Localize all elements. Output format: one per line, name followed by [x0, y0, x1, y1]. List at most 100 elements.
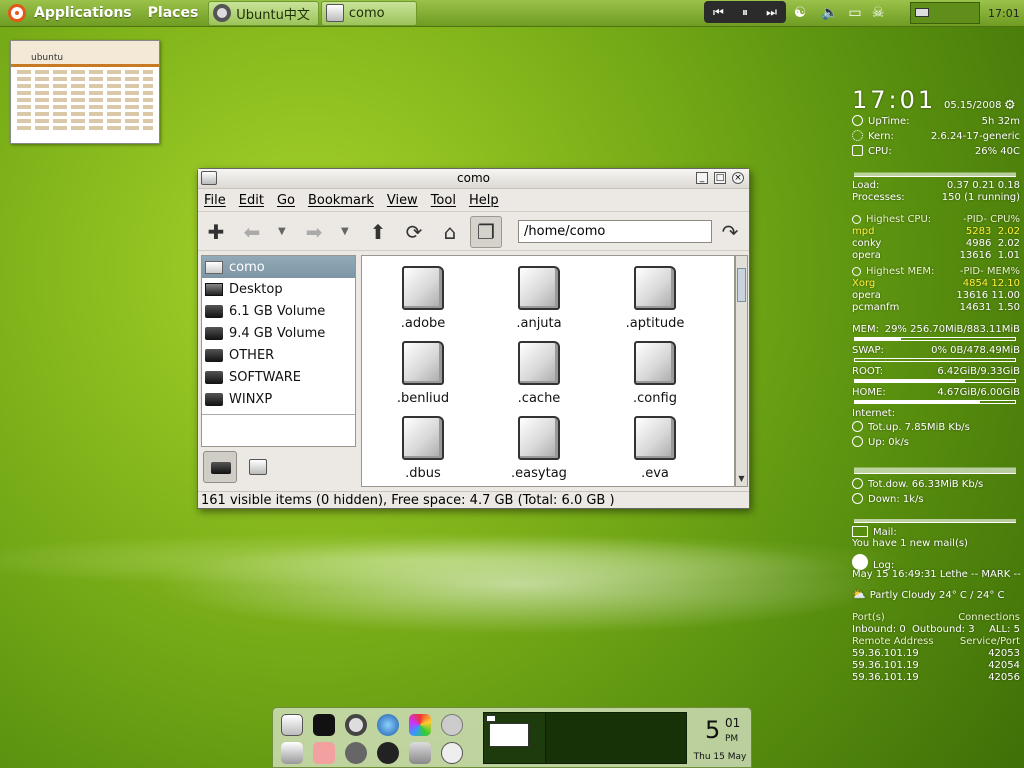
new-tab-icon[interactable]: ✚ — [204, 220, 228, 244]
window-titlebar[interactable]: como _ □ × — [198, 169, 749, 189]
sidebar-item-volume-9gb[interactable]: 9.4 GB Volume — [202, 322, 355, 344]
sidebar-item-desktop[interactable]: Desktop — [202, 278, 355, 300]
sidebar-item-winxp[interactable]: WINXP — [202, 388, 355, 410]
vertical-scrollbar[interactable]: ▼ — [735, 255, 748, 487]
opera-launcher-icon[interactable] — [345, 714, 367, 736]
drive-launcher-icon[interactable] — [281, 742, 303, 764]
sidebar-item-label: OTHER — [229, 347, 275, 363]
workspace-switcher[interactable] — [910, 2, 980, 24]
applications-menu[interactable]: Applications — [0, 0, 140, 27]
forward-arrow-icon[interactable]: ➡ — [302, 220, 326, 244]
highest-mem-label: Highest MEM: — [866, 266, 935, 277]
browser-thumbnail[interactable]: ubuntu — [10, 40, 160, 144]
pause-icon[interactable]: ⏸ — [742, 5, 748, 20]
menu-go[interactable]: Go — [277, 193, 295, 208]
file-item[interactable]: .dbus — [378, 416, 468, 481]
sidebar-divider — [202, 414, 355, 415]
window-title: como — [457, 171, 490, 185]
file-item[interactable]: .eva — [610, 416, 700, 481]
conky-down: Down: 1k/s — [852, 492, 1020, 507]
panel-clock[interactable]: 17:01 — [988, 0, 1020, 27]
service-port: 42054 — [988, 660, 1020, 671]
reload-icon[interactable]: ⟳ — [402, 220, 426, 244]
load-label: Load: — [852, 180, 880, 191]
home-icon[interactable]: ⌂ — [438, 220, 462, 244]
path-input[interactable] — [518, 220, 712, 243]
sidebar-item-como[interactable]: como — [202, 256, 355, 278]
minimize-icon[interactable]: _ — [696, 172, 708, 184]
file-item[interactable]: .easytag — [494, 416, 584, 481]
terminal-launcher-icon[interactable] — [313, 714, 335, 736]
back-arrow-icon[interactable]: ⬅ — [240, 220, 264, 244]
process-value: 11.00 — [991, 290, 1020, 301]
paint-launcher-icon[interactable] — [409, 714, 431, 736]
go-arrow-icon[interactable]: ↷ — [718, 220, 742, 244]
conky-swap: SWAP: 0% 0B/478.49MiB — [852, 345, 1020, 357]
menu-tool[interactable]: Tool — [431, 193, 456, 208]
back-dropdown-icon[interactable]: ▼ — [278, 226, 286, 237]
kill-icon[interactable]: ☠ — [868, 4, 888, 22]
file-manager-launcher-icon[interactable] — [281, 714, 303, 736]
folder-icon — [402, 266, 444, 310]
file-item[interactable]: .anjuta — [494, 266, 584, 331]
security-launcher-icon[interactable] — [441, 714, 463, 736]
menu-edit[interactable]: Edit — [239, 193, 264, 208]
menu-view[interactable]: View — [387, 193, 418, 208]
highest-cpu-header: Highest CPU: -PID- CPU% — [852, 214, 1020, 226]
file-label: .adobe — [400, 316, 446, 331]
volume-icon[interactable]: 🔈 — [820, 4, 840, 22]
skype-launcher-icon[interactable] — [441, 742, 463, 764]
menu-help[interactable]: Help — [469, 193, 499, 208]
forward-dropdown-icon[interactable]: ▼ — [341, 226, 349, 237]
file-item[interactable]: .config — [610, 341, 700, 406]
sidebar-item-volume-6gb[interactable]: 6.1 GB Volume — [202, 300, 355, 322]
file-label: .easytag — [511, 466, 567, 481]
close-icon[interactable]: × — [732, 172, 744, 184]
scroll-down-icon[interactable]: ▼ — [736, 473, 747, 485]
workspace-1[interactable] — [483, 712, 547, 764]
file-grid: .adobe .anjuta .aptitude .benliud .cache… — [361, 255, 735, 487]
file-item[interactable]: .adobe — [378, 266, 468, 331]
archive-launcher-icon[interactable] — [409, 742, 431, 764]
down-arrow-icon — [852, 493, 863, 504]
mail-value: You have 1 new mail(s) — [852, 538, 968, 549]
file-item[interactable]: .cache — [494, 341, 584, 406]
connection-row: 59.36.101.19 42054 — [852, 660, 1020, 672]
maximize-icon[interactable]: □ — [714, 172, 726, 184]
folder-view-icon[interactable]: ❐ — [470, 216, 502, 248]
places-tab-drive-icon[interactable] — [203, 451, 237, 483]
media-player-launcher-icon[interactable] — [377, 742, 399, 764]
process-name: pcmanfm — [852, 302, 900, 313]
tree-tab-folder-icon[interactable] — [241, 451, 275, 483]
conky-totdown: Tot.dow. 66.33MiB Kb/s — [852, 477, 1020, 492]
process-pid: 13616 — [956, 290, 989, 301]
task-como[interactable]: como — [320, 0, 417, 26]
menu-bookmark[interactable]: Bookmark — [308, 193, 374, 208]
audio-launcher-icon[interactable] — [345, 742, 367, 764]
dock-clock[interactable]: 5 01 PM Thu 15 May — [691, 712, 749, 764]
gimp-launcher-icon[interactable] — [313, 742, 335, 764]
scrollbar-thumb[interactable] — [737, 268, 746, 302]
sidebar-item-other[interactable]: OTHER — [202, 344, 355, 366]
places-menu[interactable]: Places — [140, 0, 207, 27]
thunderbird-launcher-icon[interactable] — [377, 714, 399, 736]
workspace-2[interactable] — [545, 712, 687, 764]
home-value: 4.67GiB/6.00GiB — [937, 387, 1020, 398]
process-pid: 13616 — [959, 250, 992, 261]
yin-yang-icon[interactable]: ☯ — [790, 4, 810, 22]
process-name: opera — [852, 290, 881, 301]
sidebar-item-software[interactable]: SOFTWARE — [202, 366, 355, 388]
network-icon[interactable]: ▭ — [845, 4, 865, 22]
task-ubuntu-zh[interactable]: Ubuntu中文 — [208, 0, 319, 26]
thumbnail-row — [17, 84, 153, 88]
drive-icon — [205, 348, 223, 362]
kern-value: 2.6.24-17-generic — [930, 131, 1020, 142]
next-track-icon[interactable]: ⏭ — [766, 5, 777, 20]
home-label: HOME: — [852, 387, 886, 398]
file-item[interactable]: .aptitude — [610, 266, 700, 331]
bottom-dock: 5 01 PM Thu 15 May — [272, 707, 752, 768]
file-item[interactable]: .benliud — [378, 341, 468, 406]
up-arrow-icon[interactable]: ⬆ — [366, 220, 390, 244]
previous-track-icon[interactable]: ⏮ — [713, 5, 724, 20]
menu-file[interactable]: File — [204, 193, 226, 208]
